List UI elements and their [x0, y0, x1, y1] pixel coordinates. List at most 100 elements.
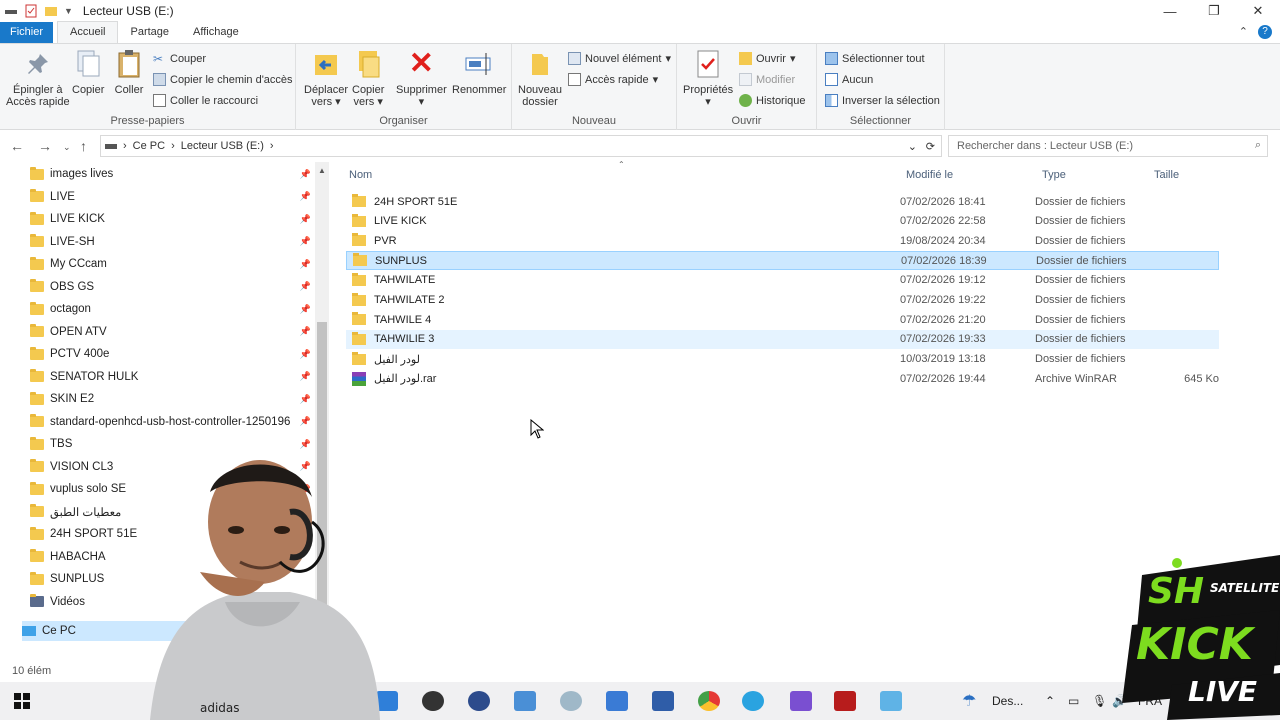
- open-button[interactable]: Ouvrir ▾: [739, 52, 795, 65]
- file-row[interactable]: لودر الفيل.rar 07/02/2026 19:44 Archive Wi…: [346, 369, 1219, 388]
- cut-button[interactable]: ✂ Couper: [153, 52, 206, 66]
- file-name: 24H SPORT 51E: [374, 195, 458, 208]
- file-type: Archive WinRAR: [1035, 372, 1117, 385]
- close-button[interactable]: ✕: [1236, 0, 1280, 22]
- paste-shortcut-button[interactable]: Coller le raccourci: [153, 94, 258, 107]
- column-modified[interactable]: Modifié le: [906, 169, 953, 181]
- easy-access-button[interactable]: Accès rapide ▾: [568, 73, 658, 86]
- file-row[interactable]: TAHWILATE 07/02/2026 19:12 Dossier de fich…: [346, 271, 1219, 290]
- nav-item[interactable]: OBS GS 📌: [30, 277, 315, 297]
- invert-selection-button[interactable]: Inverser la sélection: [825, 94, 940, 107]
- recent-locations-icon[interactable]: ⌄: [63, 142, 71, 153]
- windows-start-icon[interactable]: [14, 693, 30, 709]
- camera-app-icon[interactable]: [468, 691, 490, 711]
- properties-button[interactable]: Propriétés ▾: [683, 48, 733, 108]
- new-folder-icon[interactable]: [44, 4, 58, 18]
- telegram-icon[interactable]: [742, 691, 764, 711]
- tab-file[interactable]: Fichier: [0, 22, 54, 43]
- folder-icon: [30, 391, 44, 405]
- properties-icon[interactable]: [24, 4, 38, 18]
- tab-share[interactable]: Partage: [118, 22, 181, 43]
- move-to-button[interactable]: Déplacer vers ▾: [304, 48, 348, 108]
- file-row[interactable]: LIVE KICK 07/02/2026 22:58 Dossier de fich…: [346, 212, 1219, 231]
- delete-icon: ✕: [408, 47, 434, 80]
- select-none-icon: [825, 73, 838, 86]
- weather-icon[interactable]: ☂: [962, 691, 976, 711]
- nav-item[interactable]: PCTV 400e 📌: [30, 344, 315, 364]
- notes-app-icon[interactable]: [880, 691, 902, 711]
- nav-item[interactable]: LIVE KICK 📌: [30, 209, 315, 229]
- tab-home[interactable]: Accueil: [57, 21, 119, 43]
- file-row[interactable]: SUNPLUS 07/02/2026 18:39 Dossier de fichie…: [346, 251, 1219, 271]
- history-button[interactable]: Historique: [739, 94, 806, 107]
- file-app-icon[interactable]: [652, 691, 674, 711]
- media-app-icon[interactable]: [834, 691, 856, 711]
- search-input[interactable]: Rechercher dans : Lecteur USB (E:) ⌕: [948, 135, 1268, 157]
- column-type[interactable]: Type: [1042, 169, 1066, 181]
- back-icon[interactable]: ←: [10, 138, 24, 154]
- weather-label[interactable]: Des...: [992, 694, 1023, 708]
- copy-path-icon: [153, 73, 166, 86]
- microphone-icon[interactable]: 🎙: [1092, 694, 1107, 708]
- help-icon[interactable]: ?: [1258, 25, 1272, 39]
- scroll-up-icon[interactable]: ▲: [318, 166, 326, 175]
- pin-quick-access-button[interactable]: Épingler à Accès rapide: [6, 48, 70, 108]
- maximize-button[interactable]: ❐: [1192, 0, 1236, 22]
- column-size[interactable]: Taille: [1154, 169, 1179, 181]
- file-modified: 10/03/2019 13:18: [900, 353, 986, 366]
- address-dropdown-icon[interactable]: ⌄: [908, 140, 917, 153]
- paste-button[interactable]: Coller: [113, 48, 145, 96]
- calculator-icon[interactable]: [606, 691, 628, 711]
- copy-button[interactable]: Copier: [72, 48, 104, 96]
- file-row[interactable]: TAHWILE 4 07/02/2026 21:20 Dossier de fich…: [346, 310, 1219, 329]
- tools-app-icon[interactable]: [560, 691, 582, 711]
- chrome-icon[interactable]: [698, 691, 720, 711]
- delete-button[interactable]: ✕ Supprimer ▾: [396, 47, 447, 109]
- nav-item-label: vuplus solo SE: [50, 483, 127, 495]
- nav-item[interactable]: SENATOR HULK 📌: [30, 367, 315, 387]
- network-app-icon[interactable]: [514, 691, 536, 711]
- select-none-button[interactable]: Aucun: [825, 73, 873, 86]
- clock-app-icon[interactable]: [422, 691, 444, 711]
- up-icon[interactable]: ↑: [80, 138, 87, 154]
- nav-item[interactable]: LIVE-SH 📌: [30, 232, 315, 252]
- select-label: Sélectionner: [849, 115, 912, 127]
- tray-expand-icon[interactable]: ⌃: [1045, 694, 1055, 708]
- nav-item[interactable]: octagon 📌: [30, 299, 315, 319]
- minimize-button[interactable]: —: [1148, 0, 1192, 22]
- rename-icon: [465, 53, 491, 75]
- file-row[interactable]: TAHWILIE 3 07/02/2026 19:33 Dossier de fic…: [346, 329, 1219, 349]
- file-row[interactable]: 24H SPORT 51E 07/02/2026 18:41 Dossier de …: [346, 192, 1219, 211]
- copy-path-button[interactable]: Copier le chemin d'accès: [153, 73, 293, 86]
- file-row[interactable]: TAHWILATE 2 07/02/2026 19:22 Dossier de fi…: [346, 291, 1219, 310]
- collapse-ribbon-icon[interactable]: ⌃: [1239, 25, 1248, 39]
- address-bar[interactable]: › Ce PC › Lecteur USB (E:) › ⌄ ⟳: [100, 135, 942, 157]
- forward-icon[interactable]: →: [38, 138, 52, 154]
- tab-view[interactable]: Affichage: [181, 22, 251, 43]
- breadcrumb-usb-drive[interactable]: Lecteur USB (E:): [175, 140, 270, 152]
- nav-item[interactable]: images lives 📌: [30, 164, 315, 184]
- new-item-button[interactable]: Nouvel élément ▾: [568, 52, 671, 65]
- refresh-icon[interactable]: ⟳: [926, 140, 935, 153]
- file-row[interactable]: PVR 19/08/2024 20:34 Dossier de fichiers: [346, 231, 1219, 250]
- nav-item[interactable]: OPEN ATV 📌: [30, 322, 315, 342]
- nav-item-label: Ce PC: [42, 625, 76, 637]
- rename-button[interactable]: Renommer: [452, 48, 506, 96]
- satellite-app-icon[interactable]: [790, 691, 812, 711]
- nav-item[interactable]: standard-openhcd-usb-host-controller-125…: [30, 412, 315, 432]
- column-name[interactable]: Nom: [349, 169, 372, 181]
- edit-button[interactable]: Modifier: [739, 73, 795, 86]
- drive-icon[interactable]: [4, 4, 18, 18]
- network-icon[interactable]: ▭: [1068, 694, 1079, 708]
- nav-item[interactable]: SKIN E2 📌: [30, 389, 315, 409]
- copy-to-button[interactable]: Copier vers ▾: [352, 48, 384, 108]
- file-row[interactable]: لودر الفيل 10/03/2019 13:18 Dossier de fic…: [346, 350, 1219, 369]
- nav-item[interactable]: LIVE 📌: [30, 187, 315, 207]
- nav-item[interactable]: TBS 📌: [30, 434, 315, 454]
- customize-qa-icon[interactable]: ▼: [64, 6, 73, 16]
- select-all-button[interactable]: Sélectionner tout: [825, 52, 925, 65]
- nav-item-label: LIVE: [50, 190, 75, 203]
- nav-item[interactable]: My CCcam 📌: [30, 254, 315, 274]
- new-folder-button[interactable]: Nouveau dossier: [518, 48, 562, 108]
- breadcrumb-this-pc[interactable]: Ce PC: [127, 140, 171, 152]
